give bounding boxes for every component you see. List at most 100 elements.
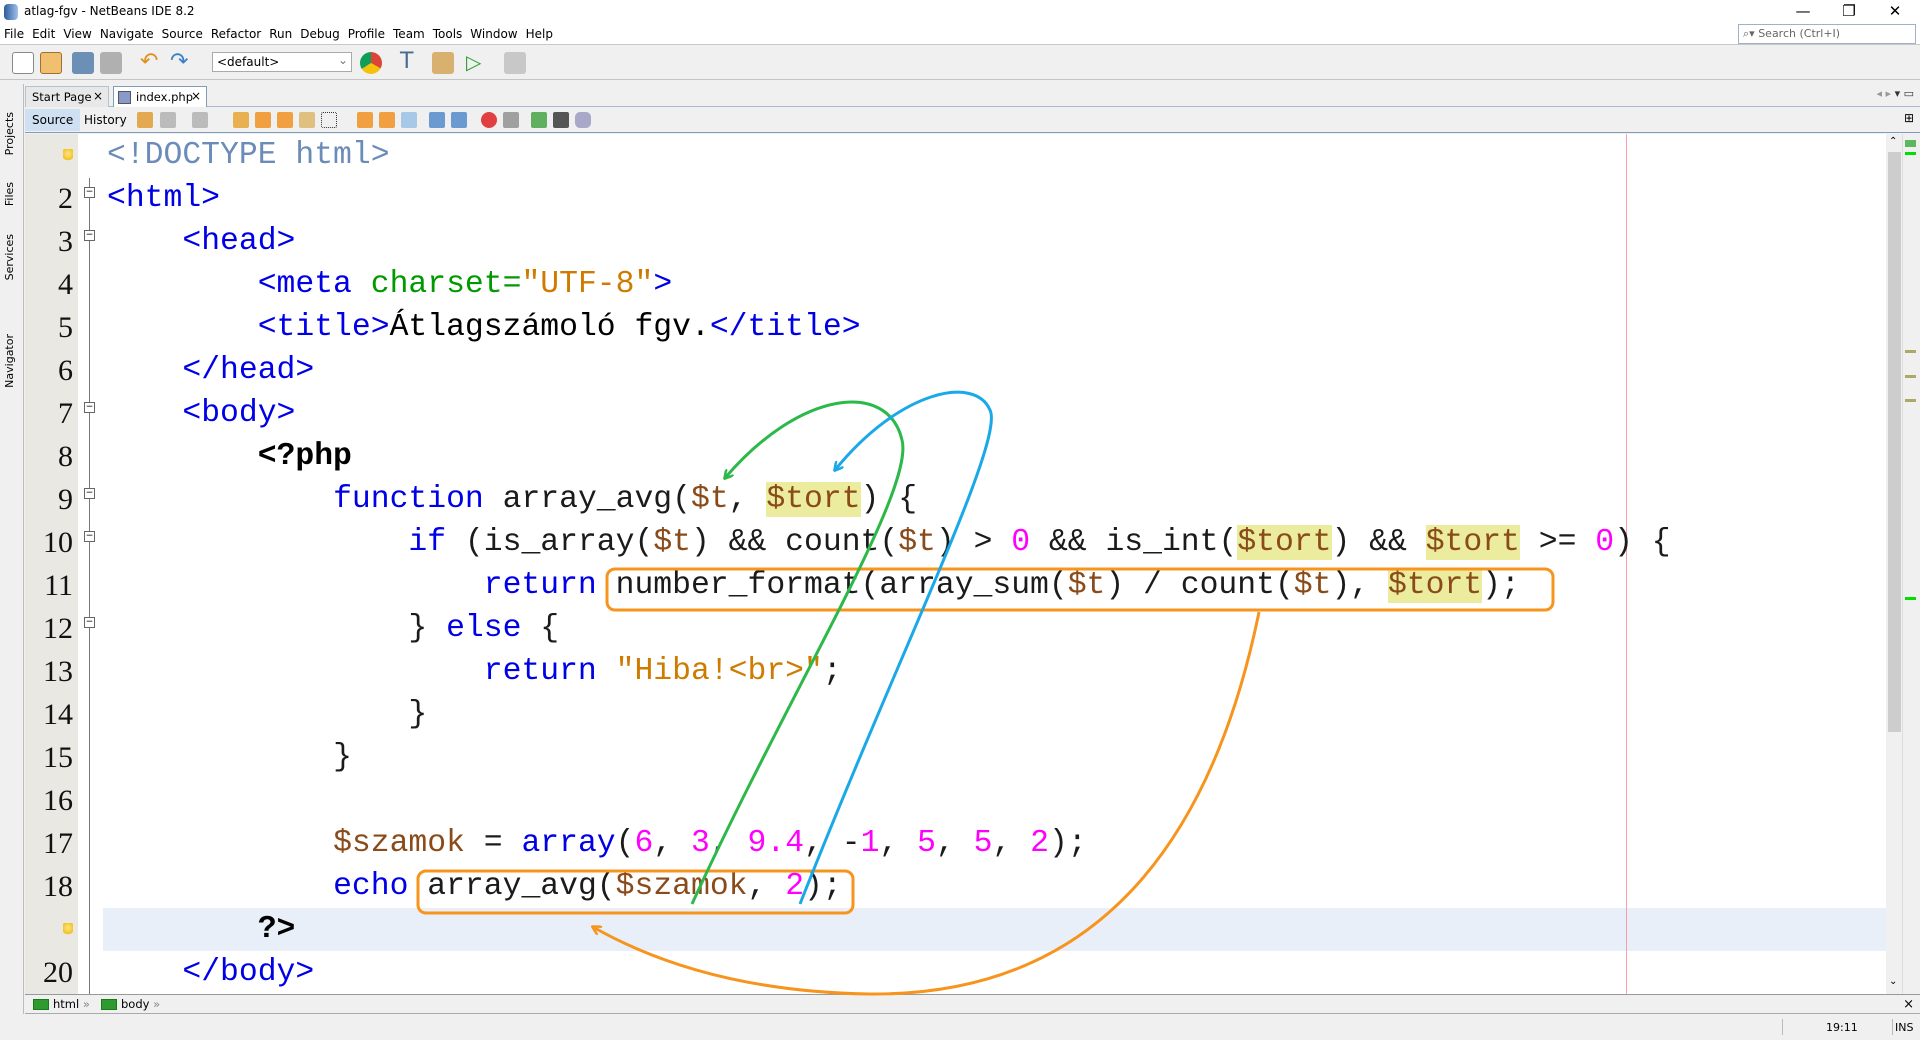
fold-collapse-icon[interactable]: − xyxy=(84,187,95,198)
next-bookmark-icon[interactable] xyxy=(379,112,395,128)
tab-index-php[interactable]: index.php × xyxy=(113,86,207,107)
configuration-select[interactable]: <default> ⌄ xyxy=(212,52,352,72)
menu-tools[interactable]: Tools xyxy=(429,24,467,41)
code-line[interactable]: return number_format(array_sum($t) / cou… xyxy=(107,564,1520,607)
side-tab-services[interactable]: Services xyxy=(3,234,16,280)
last-edit-icon[interactable] xyxy=(137,112,153,128)
redo-icon[interactable]: ↷ xyxy=(170,51,192,74)
code-line[interactable]: <!DOCTYPE html> xyxy=(107,134,390,177)
code-line[interactable]: $szamok = array(6, 3, 9.4, -1, 5, 5, 2); xyxy=(107,822,1087,865)
close-window-button[interactable]: ✕ xyxy=(1872,0,1918,24)
side-tab-navigator[interactable]: Navigator xyxy=(3,334,16,388)
code-line[interactable]: } xyxy=(107,736,352,779)
run-icon[interactable]: ▷ xyxy=(466,52,488,74)
tab-label: Start Page xyxy=(32,90,92,104)
browser-chrome-icon[interactable] xyxy=(360,52,382,74)
toggle-highlight-icon[interactable] xyxy=(299,112,315,128)
undo-icon[interactable]: ↶ xyxy=(140,51,162,74)
fold-collapse-icon[interactable]: − xyxy=(84,230,95,241)
breadcrumb-html[interactable]: html » xyxy=(33,997,90,1011)
menu-view[interactable]: View xyxy=(59,24,95,41)
minimize-button[interactable]: — xyxy=(1780,0,1826,24)
code-line[interactable]: <meta charset="UTF-8"> xyxy=(107,263,672,306)
code-line[interactable]: } xyxy=(107,693,427,736)
shift-left-icon[interactable] xyxy=(429,112,445,128)
close-tab-icon[interactable]: × xyxy=(191,89,201,103)
new-project-icon[interactable] xyxy=(40,52,62,74)
line-number: 10 xyxy=(43,526,73,559)
fold-collapse-icon[interactable]: − xyxy=(84,488,95,499)
code-line[interactable]: echo array_avg($szamok, 2); xyxy=(107,865,842,908)
find-next-icon[interactable] xyxy=(277,112,293,128)
debug-icon[interactable] xyxy=(504,52,526,74)
menu-profile[interactable]: Profile xyxy=(344,24,389,41)
history-tab[interactable]: History xyxy=(77,109,134,131)
side-tab-projects[interactable]: Projects xyxy=(3,112,16,155)
code-token: ) && count( xyxy=(691,525,899,560)
new-file-icon[interactable] xyxy=(12,52,34,74)
menu-team[interactable]: Team xyxy=(389,24,429,41)
menu-run[interactable]: Run xyxy=(265,24,296,41)
code-line[interactable]: return "Hiba!<br>"; xyxy=(107,650,842,693)
side-tab-files[interactable]: Files xyxy=(3,182,16,206)
menu-window[interactable]: Window xyxy=(466,24,521,41)
back-icon[interactable] xyxy=(160,112,176,128)
code-line[interactable]: <title>Átlagszámoló fgv.</title> xyxy=(107,306,861,349)
split-editor-icon[interactable]: ⊞ xyxy=(1904,111,1914,125)
lightbulb-icon[interactable] xyxy=(63,149,73,163)
restore-button[interactable]: ❐ xyxy=(1826,0,1872,24)
menu-file[interactable]: File xyxy=(0,24,28,41)
start-macro-icon[interactable] xyxy=(481,112,497,128)
code-line[interactable]: ?> xyxy=(107,908,296,951)
code-token: 5 xyxy=(917,826,936,861)
code-line[interactable]: <html> xyxy=(107,177,220,220)
menu-debug[interactable]: Debug xyxy=(296,24,343,41)
scrollbar-thumb[interactable] xyxy=(1888,152,1901,732)
code-editor[interactable]: <!DOCTYPE html> <html> <head> <meta chars… xyxy=(103,134,1886,994)
code-line[interactable]: } else { xyxy=(107,607,559,650)
menu-refactor[interactable]: Refactor xyxy=(207,24,265,41)
rectangular-selection-icon[interactable] xyxy=(321,112,337,128)
fold-collapse-icon[interactable]: − xyxy=(84,402,95,413)
tab-scroll-controls[interactable]: ◂ ▸ ▾ ▭ xyxy=(1877,87,1914,100)
database-icon[interactable] xyxy=(575,112,591,128)
code-line[interactable]: function array_avg($t, $tort) { xyxy=(107,478,917,521)
toggle-bookmark-icon[interactable] xyxy=(401,112,417,128)
code-line[interactable]: <body> xyxy=(107,392,295,435)
tab-start-page[interactable]: Start Page × xyxy=(25,86,109,107)
scroll-down-icon[interactable]: ⌄ xyxy=(1889,976,1897,987)
code-line[interactable]: </head> xyxy=(107,349,314,392)
open-project-icon[interactable] xyxy=(72,52,94,74)
find-icon[interactable] xyxy=(233,112,249,128)
search-input[interactable]: ⌕▾ Search (Ctrl+I) xyxy=(1738,24,1916,44)
menu-navigate[interactable]: Navigate xyxy=(96,24,158,41)
fold-collapse-icon[interactable]: − xyxy=(84,531,95,542)
menu-help[interactable]: Help xyxy=(522,24,557,41)
comment-icon[interactable] xyxy=(531,112,547,128)
source-tab[interactable]: Source xyxy=(25,109,81,131)
scroll-up-icon[interactable]: ⌃ xyxy=(1889,136,1897,147)
forward-icon[interactable] xyxy=(192,112,208,128)
menu-source[interactable]: Source xyxy=(158,24,207,41)
lightbulb-icon[interactable] xyxy=(63,923,73,937)
code-line[interactable]: if (is_array($t) && count($t) > 0 && is_… xyxy=(107,521,1671,564)
code-line[interactable]: </body> xyxy=(107,951,314,994)
close-breadcrumb-icon[interactable]: × xyxy=(1903,997,1914,1012)
clean-build-icon[interactable] xyxy=(432,52,454,74)
save-all-icon[interactable] xyxy=(100,52,122,74)
menu-edit[interactable]: Edit xyxy=(28,24,59,41)
code-line[interactable]: <?php xyxy=(107,435,352,478)
breadcrumb-body[interactable]: body » xyxy=(101,997,160,1011)
build-hammer-icon[interactable]: T xyxy=(400,51,422,74)
line-number: 11 xyxy=(44,569,73,602)
uncomment-icon[interactable] xyxy=(553,112,569,128)
find-previous-icon[interactable] xyxy=(255,112,271,128)
close-tab-icon[interactable]: × xyxy=(93,89,103,103)
shift-right-icon[interactable] xyxy=(451,112,467,128)
code-line[interactable]: <head> xyxy=(107,220,295,263)
fold-collapse-icon[interactable]: − xyxy=(84,617,95,628)
previous-bookmark-icon[interactable] xyxy=(357,112,373,128)
code-token: , xyxy=(728,482,767,517)
code-token: ) > xyxy=(935,525,1012,560)
stop-macro-icon[interactable] xyxy=(503,112,519,128)
